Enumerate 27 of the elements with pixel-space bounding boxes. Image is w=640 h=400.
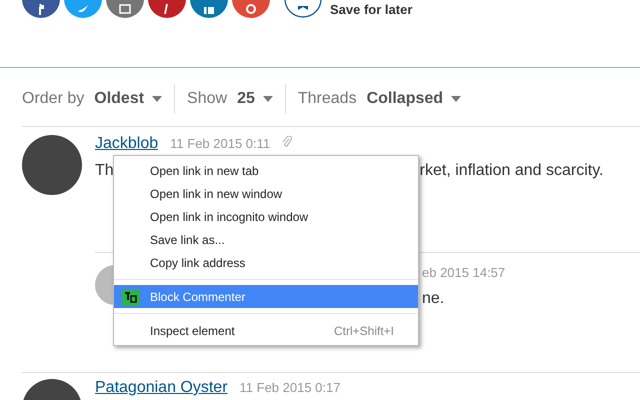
menu-item[interactable]: Open link in incognito window <box>114 205 418 228</box>
caret-icon <box>451 96 462 102</box>
paperclip-icon[interactable] <box>282 136 292 148</box>
filter-label: Show <box>187 90 228 108</box>
menu-item[interactable]: Inspect element Ctrl+Shift+I <box>114 319 418 342</box>
author-link[interactable]: Patagonian Oyster <box>95 379 228 396</box>
author-link[interactable]: Jackblob <box>95 135 158 152</box>
comment-text: rket, inflation and scarcity. <box>420 162 604 180</box>
menu-item[interactable]: Save link as... <box>114 228 418 251</box>
comment-text: ne. <box>422 290 444 308</box>
comment-date: eb 2015 14:57 <box>422 265 506 280</box>
caret-icon <box>262 96 273 102</box>
extension-icon <box>122 288 140 304</box>
filter-dropdown[interactable]: Oldest <box>94 90 162 108</box>
menu-item[interactable]: Open link in new window <box>114 182 418 205</box>
filter-dropdown[interactable]: Collapsed <box>366 90 462 108</box>
comment-date: 11 Feb 2015 0:11 <box>170 136 270 151</box>
caret-icon <box>152 96 162 102</box>
menu-item[interactable]: Copy link address <box>114 251 418 274</box>
filter-label: Order by <box>22 90 84 108</box>
comment-text: Th <box>95 162 114 180</box>
filter-dropdown[interactable]: 25 <box>237 90 273 108</box>
save-for-later-link[interactable]: Save for later <box>330 2 412 18</box>
comment-date: 11 Feb 2015 0:17 <box>240 380 340 395</box>
filter-label: Threads <box>298 90 357 108</box>
menu-item[interactable]: Open link in new tab <box>114 159 418 182</box>
menu-item[interactable]: Block Commenter <box>114 285 418 308</box>
